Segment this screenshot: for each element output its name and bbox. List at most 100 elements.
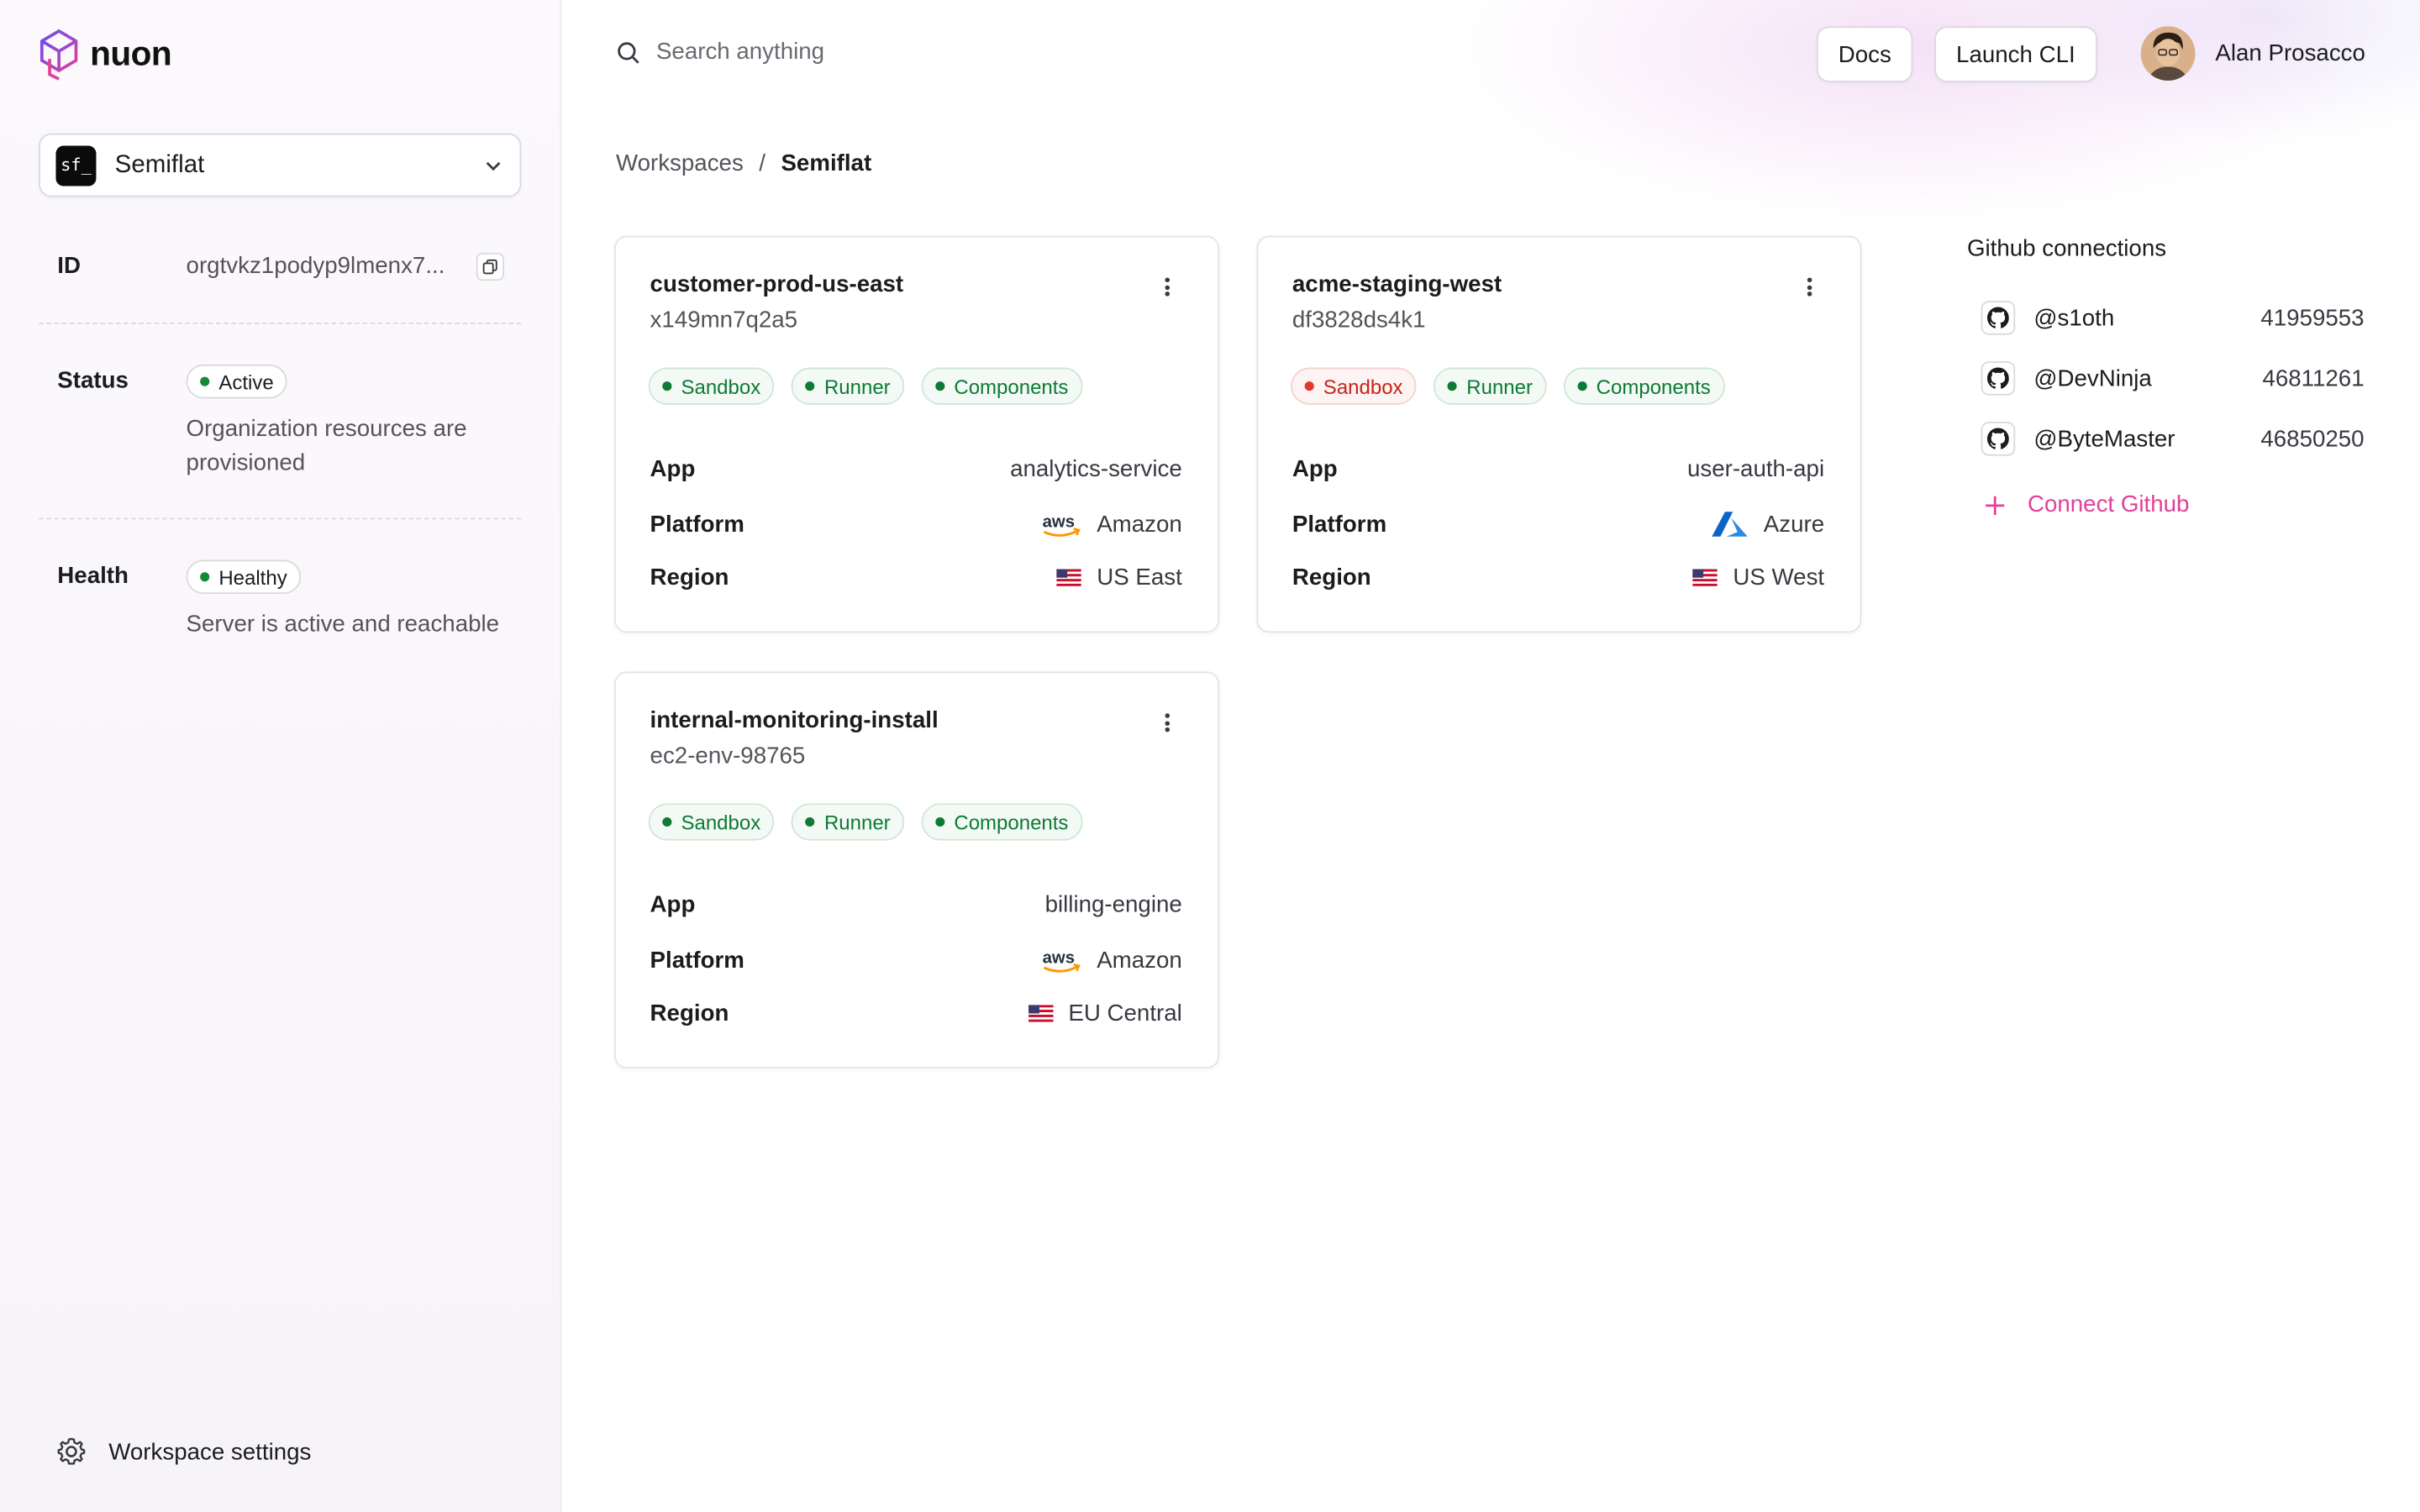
health-badge: Healthy bbox=[186, 559, 302, 595]
launch-cli-button[interactable]: Launch CLI bbox=[1934, 26, 2097, 82]
status-dot-icon bbox=[662, 816, 672, 827]
more-options-icon[interactable] bbox=[1155, 711, 1177, 736]
svg-text:aws: aws bbox=[1043, 513, 1075, 532]
workspace-settings-link[interactable]: Workspace settings bbox=[55, 1436, 311, 1467]
sandbox-tag: Sandbox bbox=[648, 803, 775, 841]
more-options-icon[interactable] bbox=[1155, 275, 1177, 300]
tag-label: Runner bbox=[823, 374, 891, 398]
docs-button[interactable]: Docs bbox=[1816, 26, 1913, 82]
tag-label: Runner bbox=[1466, 374, 1533, 398]
status-badge-text: Active bbox=[218, 370, 274, 394]
divider bbox=[39, 323, 522, 324]
app-row: App user-auth-api bbox=[1292, 456, 1824, 482]
tag-label: Sandbox bbox=[681, 374, 761, 398]
sidebar: nuon sf_ Semiflat ID orgtvkz1podyp9lmenx… bbox=[0, 0, 562, 1512]
github-connection-row[interactable]: @ByteMaster 46850250 bbox=[1981, 420, 2365, 457]
user-menu[interactable]: Alan Prosacco bbox=[2140, 26, 2365, 81]
github-id: 46850250 bbox=[2260, 425, 2365, 453]
github-username: @DevNinja bbox=[2033, 365, 2152, 392]
id-label: ID bbox=[57, 252, 82, 280]
status-label: Status bbox=[57, 367, 129, 394]
user-name: Alan Prosacco bbox=[2215, 40, 2365, 67]
install-id: ec2-env-98765 bbox=[650, 743, 806, 769]
status-dot-icon bbox=[1304, 381, 1314, 391]
status-tags: Sandbox Runner Components bbox=[648, 367, 1083, 405]
status-description: Organization resources are provisioned bbox=[186, 415, 467, 476]
nuon-logo-icon bbox=[40, 29, 78, 81]
platform-value: Azure bbox=[1711, 510, 1824, 538]
status-dot-icon bbox=[1577, 381, 1587, 391]
region-value: US East bbox=[1056, 564, 1182, 591]
connect-github-button[interactable]: Connect Github bbox=[1984, 491, 2190, 518]
install-id: x149mn7q2a5 bbox=[650, 307, 798, 333]
status-dot-icon bbox=[200, 376, 210, 386]
region-value: EU Central bbox=[1028, 1000, 1182, 1027]
tag-label: Runner bbox=[823, 810, 891, 834]
divider bbox=[39, 517, 522, 520]
platform-row: Platform aws Amazon bbox=[650, 510, 1182, 538]
app-value: user-auth-api bbox=[1686, 455, 1825, 483]
health-badge-text: Healthy bbox=[218, 564, 287, 589]
platform-row: Platform Azure bbox=[1292, 510, 1824, 538]
search-bar[interactable]: Search anything bbox=[616, 39, 824, 66]
runner-tag: Runner bbox=[792, 367, 905, 405]
gear-icon bbox=[57, 1437, 86, 1465]
platform-row: Platform aws Amazon bbox=[650, 946, 1182, 974]
tag-label: Sandbox bbox=[1323, 374, 1403, 398]
region-row: Region US West bbox=[1292, 564, 1824, 591]
region-value: US West bbox=[1692, 564, 1824, 591]
aws-icon: aws bbox=[1043, 948, 1081, 973]
sandbox-tag: Sandbox bbox=[1291, 367, 1418, 405]
connect-github-label: Connect Github bbox=[2027, 491, 2190, 518]
azure-icon bbox=[1711, 512, 1748, 537]
workspace-settings-label: Workspace settings bbox=[108, 1438, 312, 1465]
org-name: Semiflat bbox=[114, 151, 205, 178]
sandbox-tag: Sandbox bbox=[648, 367, 775, 405]
github-connection-row[interactable]: @s1oth 41959553 bbox=[1981, 299, 2365, 336]
logo[interactable]: nuon bbox=[37, 28, 172, 81]
github-username: @ByteMaster bbox=[2033, 425, 2175, 453]
components-tag: Components bbox=[1563, 367, 1725, 405]
platform-label: Platform bbox=[1292, 511, 1387, 538]
install-id: df3828ds4k1 bbox=[1292, 307, 1426, 333]
org-selector[interactable]: sf_ Semiflat bbox=[39, 133, 522, 197]
install-name[interactable]: acme-staging-west bbox=[1292, 271, 1502, 297]
platform-name: Amazon bbox=[1097, 947, 1182, 974]
app-value: analytics-service bbox=[1010, 455, 1182, 483]
status-tags: Sandbox Runner Components bbox=[648, 803, 1083, 841]
install-card[interactable]: customer-prod-us-east x149mn7q2a5 Sandbo… bbox=[614, 235, 1220, 633]
app-label: App bbox=[1292, 455, 1338, 483]
status-badge: Active bbox=[186, 364, 288, 399]
platform-label: Platform bbox=[650, 511, 744, 538]
components-tag: Components bbox=[921, 803, 1083, 841]
install-card[interactable]: acme-staging-west df3828ds4k1 Sandbox Ru… bbox=[1256, 235, 1862, 633]
tag-label: Components bbox=[954, 374, 1069, 398]
app-value: billing-engine bbox=[1044, 891, 1182, 918]
github-id: 41959553 bbox=[2260, 304, 2365, 332]
region-row: Region US East bbox=[650, 564, 1182, 591]
region-name: EU Central bbox=[1068, 1000, 1182, 1027]
runner-tag: Runner bbox=[1434, 367, 1547, 405]
components-tag: Components bbox=[921, 367, 1083, 405]
copy-icon[interactable] bbox=[476, 252, 505, 281]
install-card[interactable]: internal-monitoring-install ec2-env-9876… bbox=[614, 671, 1220, 1069]
github-id: 46811261 bbox=[2262, 365, 2365, 392]
more-options-icon[interactable] bbox=[1798, 275, 1820, 300]
search-icon bbox=[618, 41, 639, 63]
search-input[interactable]: Search anything bbox=[656, 39, 824, 65]
breadcrumb-workspaces[interactable]: Workspaces bbox=[616, 150, 744, 176]
github-connection-row[interactable]: @DevNinja 46811261 bbox=[1981, 360, 2365, 396]
status-dot-icon bbox=[662, 381, 672, 391]
platform-name: Azure bbox=[1763, 511, 1825, 538]
region-name: US West bbox=[1733, 564, 1825, 591]
region-name: US East bbox=[1097, 564, 1182, 591]
org-id-value: orgtvkz1podyp9lmenx7... bbox=[186, 252, 445, 280]
tag-label: Sandbox bbox=[681, 810, 761, 834]
breadcrumb-current: Semiflat bbox=[781, 150, 872, 177]
platform-value: aws Amazon bbox=[1041, 510, 1182, 538]
install-name[interactable]: customer-prod-us-east bbox=[650, 271, 904, 297]
tag-label: Components bbox=[954, 810, 1069, 834]
install-name[interactable]: internal-monitoring-install bbox=[650, 707, 939, 733]
health-label: Health bbox=[57, 563, 129, 590]
platform-value: aws Amazon bbox=[1041, 946, 1182, 974]
